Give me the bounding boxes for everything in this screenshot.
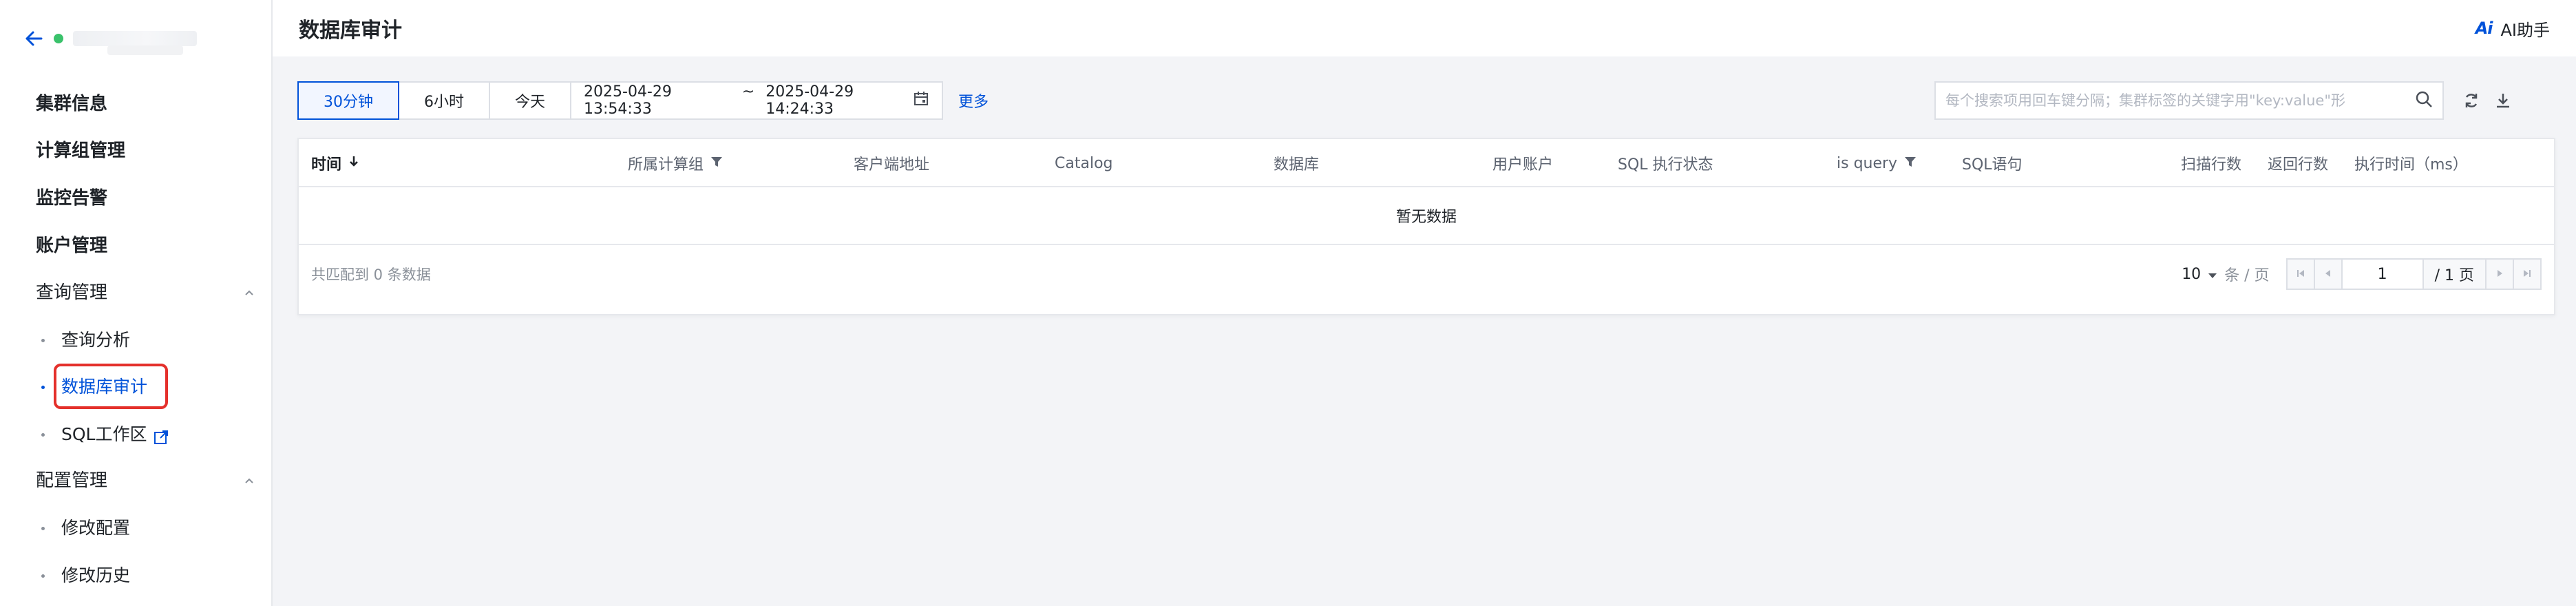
caret-down-icon [2208, 266, 2217, 283]
sort-desc-icon[interactable] [348, 154, 359, 172]
filter-icon[interactable] [710, 155, 723, 172]
ai-assistant-button[interactable]: Ai AI助手 [2475, 17, 2550, 41]
column-header-scanned-rows: 扫描行数 [2181, 156, 2242, 174]
page-title: 数据库审计 [299, 19, 402, 43]
column-header-returned-rows: 返回行数 [2268, 156, 2329, 174]
first-page-button[interactable] [2285, 258, 2315, 290]
prev-page-button[interactable] [2313, 258, 2343, 290]
sidebar-item-query-analysis[interactable]: 查询分析 [41, 328, 130, 353]
table-header: 时间 所属计算组 客户端地址 Catalog 数据库 用户账户 SQL 执行状态… [299, 139, 2554, 187]
chevron-up-icon [242, 286, 256, 300]
range-6h-button[interactable]: 6小时 [398, 81, 490, 120]
sidebar-item-modify-config[interactable]: 修改配置 [41, 516, 130, 541]
column-header-user-account: 用户账户 [1492, 156, 1554, 174]
date-start: 2025-04-29 13:54:33 [584, 83, 672, 118]
total-count: 共匹配到 0 条数据 [311, 267, 431, 283]
audit-table: 时间 所属计算组 客户端地址 Catalog 数据库 用户账户 SQL 执行状态… [297, 138, 2555, 315]
total-pages: / 1 页 [2422, 258, 2487, 290]
sidebar-item-label: 修改配置 [61, 518, 131, 538]
external-link-icon [154, 427, 169, 444]
bullet-icon [41, 574, 45, 578]
range-30min-button[interactable]: 30分钟 [297, 81, 399, 120]
sidebar-item-label: 查询分析 [61, 330, 131, 350]
next-page-icon [2495, 268, 2504, 281]
next-page-button[interactable] [2485, 258, 2514, 290]
column-label: 时间 [311, 156, 342, 174]
ai-assistant-label: AI助手 [2500, 20, 2551, 40]
pagination: 10 条 / 页 1 / 1 页 [2182, 258, 2542, 290]
bullet-icon [41, 385, 45, 389]
sidebar-group-label: 配置管理 [36, 470, 108, 491]
sidebar-item-monitoring[interactable]: 监控告警 [36, 186, 107, 211]
search-icon[interactable] [2415, 90, 2433, 111]
column-header-is-query[interactable]: is query [1837, 139, 1917, 187]
back-arrow-icon[interactable] [25, 29, 44, 48]
bullet-icon [41, 432, 45, 437]
bullet-icon [41, 338, 45, 342]
table-footer: 共匹配到 0 条数据 10 条 / 页 1 / 1 页 [299, 245, 2554, 303]
chevron-up-icon [242, 474, 256, 488]
sidebar-group-config[interactable]: 配置管理 [36, 468, 256, 493]
column-header-time[interactable]: 时间 [311, 139, 359, 187]
date-end: 2025-04-29 14:24:33 [766, 83, 854, 118]
column-header-sql-status: SQL 执行状态 [1618, 156, 1713, 174]
first-page-icon [2296, 268, 2305, 281]
column-header-exec-time: 执行时间（ms） [2354, 156, 2468, 174]
page-size-value: 10 [2182, 265, 2202, 283]
calendar-icon [913, 90, 929, 111]
last-page-button[interactable] [2513, 258, 2542, 290]
date-range-picker[interactable]: 2025-04-29 13:54:33 ~ 2025-04-29 14:24:3… [570, 81, 944, 120]
empty-state: 暂无数据 [299, 187, 2554, 245]
page-header: 数据库审计 Ai AI助手 [273, 0, 2576, 56]
sidebar-group-label: 查询管理 [36, 282, 108, 303]
time-filter-bar: 30分钟 6小时 今天 2025-04-29 13:54:33 ~ 2025-0… [297, 81, 989, 120]
sidebar-item-cluster-info[interactable]: 集群信息 [36, 92, 107, 116]
date-separator: ~ [741, 83, 755, 101]
sidebar-item-compute-groups[interactable]: 计算组管理 [36, 138, 125, 163]
sidebar-item-accounts[interactable]: 账户管理 [36, 233, 107, 258]
column-header-client-address: 客户端地址 [854, 156, 930, 174]
column-header-catalog: Catalog [1055, 154, 1113, 172]
ai-icon: Ai [2475, 19, 2493, 38]
search-box [1934, 81, 2444, 120]
cluster-id-redacted [107, 45, 183, 55]
refresh-icon[interactable] [2460, 90, 2482, 112]
column-label: 所属计算组 [628, 156, 704, 174]
sidebar: 集群信息 计算组管理 监控告警 账户管理 查询管理 查询分析 数据库审计 SQL… [0, 0, 273, 606]
sidebar-item-label: 修改历史 [61, 565, 131, 585]
sidebar-item-modify-history[interactable]: 修改历史 [41, 563, 130, 588]
filter-icon[interactable] [1904, 155, 1917, 172]
more-filters-link[interactable]: 更多 [958, 90, 989, 112]
highlight-annotation-box [54, 364, 168, 409]
prev-page-icon [2323, 268, 2333, 281]
column-header-compute-group[interactable]: 所属计算组 [628, 139, 723, 187]
range-today-button[interactable]: 今天 [489, 81, 572, 120]
download-icon[interactable] [2492, 90, 2514, 112]
sidebar-group-query[interactable]: 查询管理 [36, 280, 256, 305]
bullet-icon [41, 526, 45, 530]
empty-state-text: 暂无数据 [1395, 209, 1457, 226]
column-header-database: 数据库 [1274, 156, 1320, 174]
last-page-icon [2522, 268, 2532, 281]
page-size-select[interactable]: 10 条 / 页 [2182, 263, 2269, 285]
sidebar-item-sql-workspace[interactable]: SQL工作区 [41, 422, 169, 447]
column-label: is query [1837, 154, 1898, 172]
page-number-input[interactable]: 1 [2341, 258, 2424, 290]
column-header-sql-statement: SQL语句 [1962, 156, 2023, 174]
sidebar-item-label: SQL工作区 [61, 424, 147, 444]
search-input[interactable] [1944, 92, 2385, 109]
cluster-name-redacted [73, 31, 197, 46]
cluster-status-dot [54, 34, 63, 43]
page-size-unit: 条 / 页 [2224, 267, 2270, 284]
